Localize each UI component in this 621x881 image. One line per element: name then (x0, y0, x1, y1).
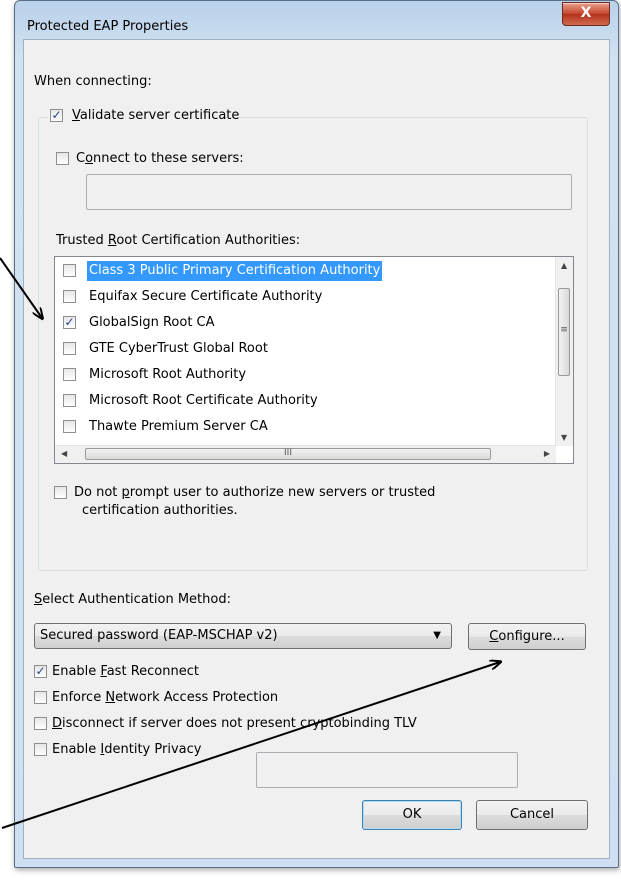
trusted-root-label: Trusted Root Certification Authorities: (56, 233, 301, 248)
dialog-client-area: When connecting: ✓ Validate server certi… (23, 39, 610, 859)
chevron-down-icon: ▼ (433, 630, 441, 641)
validate-cert-checkbox-row[interactable]: ✓ Validate server certificate (48, 106, 239, 126)
ca-item-checkbox[interactable] (63, 420, 76, 433)
no-prompt-label-line2: certification authorities. (82, 503, 238, 518)
ca-item-checkbox[interactable] (63, 394, 76, 407)
auth-method-label: Select Authentication Method: (34, 592, 231, 607)
ca-item-label: GTE CyberTrust Global Root (89, 341, 268, 356)
grip-icon: III (284, 448, 292, 458)
auth-method-select[interactable]: Secured password (EAP-MSCHAP v2) ▼ (34, 623, 452, 649)
option-row[interactable]: ✓ Enable Fast Reconnect (34, 662, 514, 682)
ca-list[interactable]: Class 3 Public Primary Certification Aut… (54, 256, 574, 464)
connect-servers-checkbox[interactable] (56, 152, 69, 165)
grip-icon: ≡ (560, 325, 568, 335)
ca-list-item[interactable]: Thawte Premium Server CA (59, 415, 549, 439)
scroll-left-icon[interactable]: ◀ (61, 449, 67, 458)
servers-input[interactable] (86, 174, 572, 210)
horizontal-scroll-thumb[interactable]: III (85, 448, 491, 460)
option-label: Enable Fast Reconnect (52, 664, 199, 679)
ca-item-label: Equifax Secure Certificate Authority (89, 289, 323, 304)
ca-item-checkbox[interactable]: ✓ (63, 316, 76, 329)
ca-item-checkbox[interactable] (63, 264, 76, 277)
ca-list-horizontal-scrollbar[interactable]: ◀ III ▶ (55, 445, 556, 463)
option-checkbox[interactable]: ✓ (34, 665, 47, 678)
dialog-window: Protected EAP Properties X When connecti… (14, 0, 619, 868)
option-checkbox[interactable] (34, 743, 47, 756)
ca-list-vertical-scrollbar[interactable]: ▲ ≡ ▼ (555, 257, 573, 446)
ca-list-item[interactable]: Class 3 Public Primary Certification Aut… (59, 259, 549, 283)
option-row[interactable]: Disconnect if server does not present cr… (34, 714, 514, 734)
ca-item-checkbox[interactable] (63, 342, 76, 355)
option-label: Disconnect if server does not present cr… (52, 716, 417, 731)
checkmark-icon: ✓ (64, 315, 75, 329)
ca-list-item[interactable]: GTE CyberTrust Global Root (59, 337, 549, 361)
ca-item-label: Thawte Premium Server CA (89, 419, 268, 434)
ca-item-checkbox[interactable] (63, 368, 76, 381)
ca-list-item[interactable]: Microsoft Root Certificate Authority (59, 389, 549, 413)
ca-item-label: Microsoft Root Certificate Authority (89, 393, 318, 408)
no-prompt-row[interactable]: Do not prompt user to authorize new serv… (54, 483, 554, 523)
identity-input[interactable] (256, 752, 518, 788)
checkmark-icon: ✓ (35, 664, 46, 678)
option-checkbox[interactable] (34, 691, 47, 704)
title-bar[interactable]: Protected EAP Properties X (15, 1, 618, 39)
ca-list-item[interactable]: Equifax Secure Certificate Authority (59, 285, 549, 309)
ca-item-label: Class 3 Public Primary Certification Aut… (87, 261, 383, 281)
checkmark-icon: ✓ (51, 108, 62, 122)
no-prompt-checkbox[interactable] (54, 486, 67, 499)
ca-item-label: Microsoft Root Authority (89, 367, 247, 382)
option-checkbox[interactable] (34, 717, 47, 730)
when-connecting-label: When connecting: (34, 74, 152, 89)
close-icon: X (580, 5, 592, 21)
option-row[interactable]: Enforce Network Access Protection (34, 688, 514, 708)
connect-servers-row[interactable]: Connect to these servers: (56, 149, 316, 169)
option-label: Enforce Network Access Protection (52, 690, 279, 705)
window-title: Protected EAP Properties (27, 19, 189, 34)
ca-item-checkbox[interactable] (63, 290, 76, 303)
connect-servers-label: Connect to these servers: (76, 151, 244, 166)
validate-cert-checkbox[interactable]: ✓ (50, 109, 63, 122)
configure-button[interactable]: Configure... (468, 623, 586, 650)
scroll-right-icon[interactable]: ▶ (544, 449, 550, 458)
auth-method-value: Secured password (EAP-MSCHAP v2) (40, 628, 278, 643)
ca-list-item[interactable]: ✓ GlobalSign Root CA (59, 311, 549, 335)
ok-button[interactable]: OK (362, 800, 462, 830)
option-label: Enable Identity Privacy (52, 742, 202, 757)
ca-list-item[interactable]: Microsoft Root Authority (59, 363, 549, 387)
cancel-button[interactable]: Cancel (476, 800, 588, 830)
close-button[interactable]: X (562, 2, 610, 26)
scroll-up-icon[interactable]: ▲ (561, 261, 567, 270)
validate-cert-label: Validate server certificate (72, 108, 240, 123)
no-prompt-label-line1: Do not prompt user to authorize new serv… (74, 485, 436, 500)
scroll-down-icon[interactable]: ▼ (561, 433, 567, 442)
vertical-scroll-thumb[interactable]: ≡ (558, 288, 570, 376)
ca-item-label: GlobalSign Root CA (89, 315, 215, 330)
